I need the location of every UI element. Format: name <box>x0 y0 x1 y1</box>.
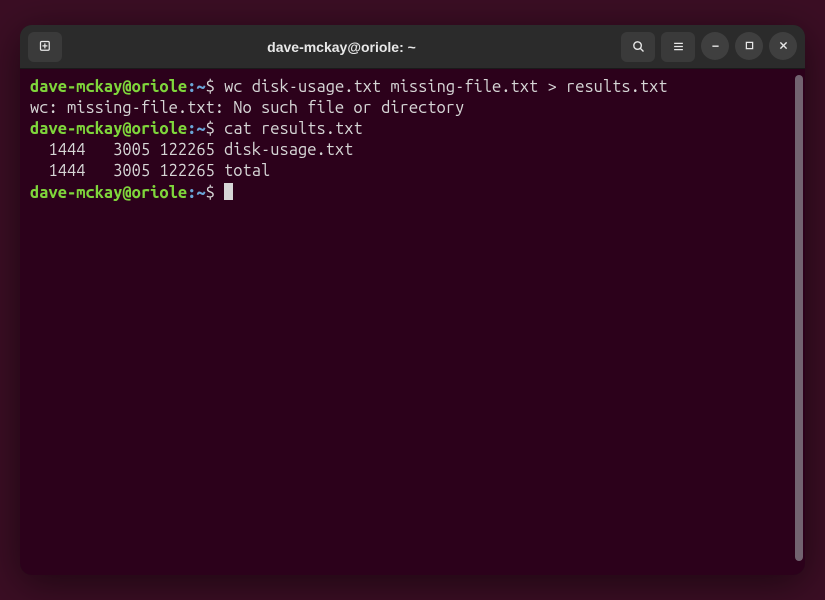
maximize-button[interactable] <box>735 32 763 60</box>
terminal-output-line: wc: missing-file.txt: No such file or di… <box>30 98 795 119</box>
terminal-output-line: 1444 3005 122265 disk-usage.txt <box>30 140 795 161</box>
window-title: dave-mckay@oriole: ~ <box>68 39 615 55</box>
command-text: wc disk-usage.txt missing-file.txt > res… <box>224 78 668 96</box>
command-text: cat results.txt <box>224 120 363 138</box>
prompt-path: ~ <box>196 78 205 96</box>
prompt-path: ~ <box>196 184 205 202</box>
terminal-command-line: dave-mckay@oriole:~$ cat results.txt <box>30 119 795 140</box>
terminal-window: dave-mckay@oriole: ~ <box>20 25 805 575</box>
prompt-userhost: dave-mckay@oriole <box>30 120 187 138</box>
new-tab-button[interactable] <box>28 32 62 62</box>
prompt-userhost: dave-mckay@oriole <box>30 78 187 96</box>
terminal-command-line: dave-mckay@oriole:~$ <box>30 183 795 204</box>
terminal-command-line: dave-mckay@oriole:~$ wc disk-usage.txt m… <box>30 77 795 98</box>
prompt-path: ~ <box>196 120 205 138</box>
search-button[interactable] <box>621 32 655 62</box>
titlebar: dave-mckay@oriole: ~ <box>20 25 805 69</box>
prompt-dollar: $ <box>206 120 224 138</box>
cursor <box>224 183 233 200</box>
terminal-body[interactable]: dave-mckay@oriole:~$ wc disk-usage.txt m… <box>20 69 805 575</box>
close-button[interactable] <box>769 32 797 60</box>
terminal-output-line: 1444 3005 122265 total <box>30 161 795 182</box>
prompt-dollar: $ <box>206 78 224 96</box>
scrollbar[interactable] <box>795 75 803 561</box>
prompt-userhost: dave-mckay@oriole <box>30 184 187 202</box>
menu-button[interactable] <box>661 32 695 62</box>
minimize-button[interactable] <box>701 32 729 60</box>
prompt-dollar: $ <box>206 184 224 202</box>
